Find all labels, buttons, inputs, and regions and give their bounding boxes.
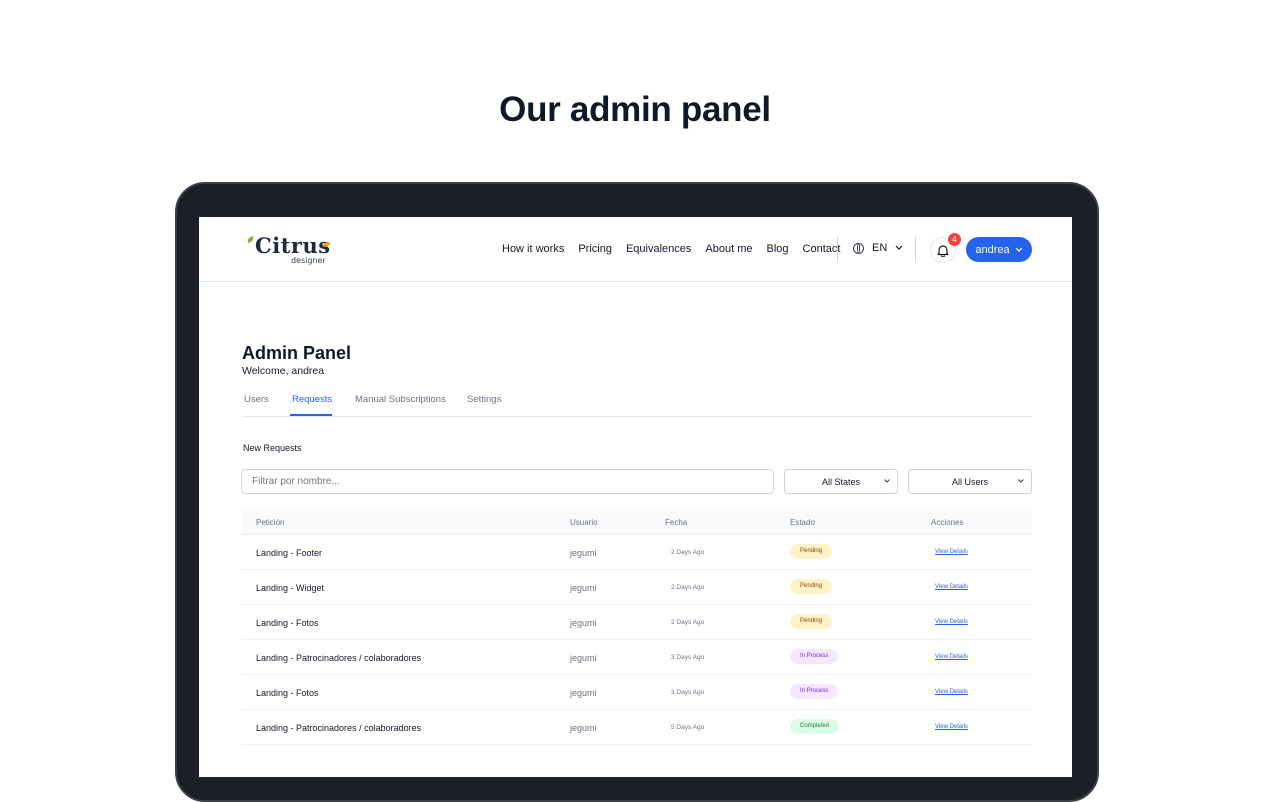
nav-links: How it works Pricing Equivalences About … bbox=[502, 243, 840, 255]
section-label: New Requests bbox=[243, 443, 302, 453]
state-filter-value: All States bbox=[821, 476, 861, 487]
nav-divider bbox=[915, 237, 916, 261]
view-details-link[interactable]: View Details bbox=[935, 619, 968, 625]
tab-requests[interactable]: Requests bbox=[292, 394, 332, 405]
request-date: 5 Days Ago bbox=[671, 724, 705, 731]
table-row: Landing - Widget jegumi 2 Days Ago Pending V… bbox=[241, 570, 1032, 605]
notification-count-badge: 4 bbox=[948, 233, 961, 246]
view-details-link[interactable]: View Details bbox=[935, 584, 968, 590]
request-date: 3 Days Ago bbox=[671, 654, 705, 661]
request-name: Landing - Patrocinadores / colaboradores bbox=[256, 723, 422, 733]
bell-icon bbox=[937, 244, 949, 257]
chevron-down-icon bbox=[1015, 247, 1023, 252]
logo-wordmark: Citrus bbox=[255, 233, 331, 258]
table-row: Landing - Fotos jegumi 2 Days Ago Pending Vi… bbox=[241, 605, 1032, 640]
nav-link-about-me[interactable]: About me bbox=[705, 243, 752, 255]
nav-divider bbox=[837, 237, 838, 261]
table-row: Landing - Patrocinadores / colaboradores… bbox=[241, 640, 1032, 675]
hero-title: Our admin panel bbox=[499, 90, 771, 129]
request-user: jegumi bbox=[570, 618, 597, 628]
table-row: Landing - Fotos jegumi 3 Days Ago In Proces… bbox=[241, 675, 1032, 710]
citrus-logo[interactable]: Citrus designer bbox=[245, 233, 335, 267]
nav-link-blog[interactable]: Blog bbox=[767, 243, 789, 255]
table-body: Landing - Footer jegumi 2 Days Ago Pending V… bbox=[241, 535, 1032, 745]
active-tab-indicator bbox=[290, 414, 332, 416]
status-badge: Pending bbox=[790, 544, 833, 559]
notifications-button[interactable]: 4 bbox=[930, 233, 961, 263]
table-row: Landing - Footer jegumi 2 Days Ago Pending V… bbox=[241, 535, 1032, 570]
view-details-link[interactable]: View Details bbox=[935, 549, 968, 555]
globe-icon bbox=[853, 242, 864, 254]
page-title: Admin Panel bbox=[242, 343, 352, 363]
status-badge: In Process bbox=[790, 649, 839, 664]
language-selector[interactable]: EN bbox=[853, 242, 903, 254]
request-date: 3 Days Ago bbox=[671, 689, 705, 696]
table-row: Landing - Patrocinadores / colaboradores… bbox=[241, 710, 1032, 745]
request-user: jegumi bbox=[570, 688, 597, 698]
nav-link-equivalences[interactable]: Equivalences bbox=[626, 243, 691, 255]
view-details-link[interactable]: View Details bbox=[935, 724, 968, 730]
table-header: Petición Usuario Fecha Estado Acciones bbox=[241, 509, 1032, 535]
request-user: jegumi bbox=[570, 548, 597, 558]
column-header: Estado bbox=[790, 518, 815, 527]
chevron-down-icon bbox=[1018, 479, 1024, 483]
requests-table: Petición Usuario Fecha Estado Acciones L… bbox=[241, 509, 1032, 745]
tab-bar: Users Requests Manual Subscriptions Sett… bbox=[242, 389, 1032, 417]
status-badge: Pending bbox=[790, 579, 833, 594]
view-details-link[interactable]: View Details bbox=[935, 689, 968, 695]
nav-link-contact[interactable]: Contact bbox=[803, 243, 841, 255]
chevron-down-icon bbox=[895, 245, 903, 250]
request-user: jegumi bbox=[570, 583, 597, 593]
navbar: Citrus designer How it works Pricing Equ… bbox=[199, 217, 1072, 282]
column-header: Usuario bbox=[570, 518, 598, 527]
user-name: andrea bbox=[975, 243, 1010, 256]
status-badge: Pending bbox=[790, 614, 833, 629]
user-filter-value: All Users bbox=[951, 476, 988, 487]
tab-manual-subscriptions[interactable]: Manual Subscriptions bbox=[355, 394, 446, 405]
name-filter-input[interactable] bbox=[241, 469, 774, 494]
state-filter-select[interactable]: All States bbox=[784, 469, 898, 494]
tab-users[interactable]: Users bbox=[244, 394, 269, 405]
request-name: Landing - Fotos bbox=[256, 618, 319, 628]
request-user: jegumi bbox=[570, 653, 597, 663]
language-label: EN bbox=[872, 242, 888, 254]
status-badge: In Process bbox=[790, 684, 839, 699]
user-menu-button[interactable]: andrea bbox=[966, 237, 1032, 262]
logo-subtitle: designer bbox=[291, 256, 326, 265]
request-name: Landing - Widget bbox=[256, 583, 325, 593]
status-badge: Completed bbox=[790, 719, 840, 734]
tab-settings[interactable]: Settings bbox=[467, 394, 501, 405]
view-details-link[interactable]: View Details bbox=[935, 654, 968, 660]
request-date: 2 Days Ago bbox=[671, 619, 705, 626]
request-name: Landing - Footer bbox=[256, 548, 323, 558]
chevron-down-icon bbox=[884, 479, 890, 483]
leaf-icon bbox=[246, 235, 255, 244]
column-header: Acciones bbox=[931, 518, 964, 527]
request-name: Landing - Fotos bbox=[256, 688, 319, 698]
app-screen: Citrus designer How it works Pricing Equ… bbox=[199, 217, 1072, 777]
request-date: 2 Days Ago bbox=[671, 549, 705, 556]
request-date: 2 Days Ago bbox=[671, 584, 705, 591]
column-header: Fecha bbox=[665, 518, 688, 527]
nav-link-pricing[interactable]: Pricing bbox=[578, 243, 612, 255]
user-filter-select[interactable]: All Users bbox=[908, 469, 1032, 494]
nav-link-how-it-works[interactable]: How it works bbox=[502, 243, 564, 255]
request-user: jegumi bbox=[570, 723, 597, 733]
welcome-text: Welcome, andrea bbox=[242, 365, 325, 377]
column-header: Petición bbox=[256, 518, 285, 527]
request-name: Landing - Patrocinadores / colaboradores bbox=[256, 653, 422, 663]
